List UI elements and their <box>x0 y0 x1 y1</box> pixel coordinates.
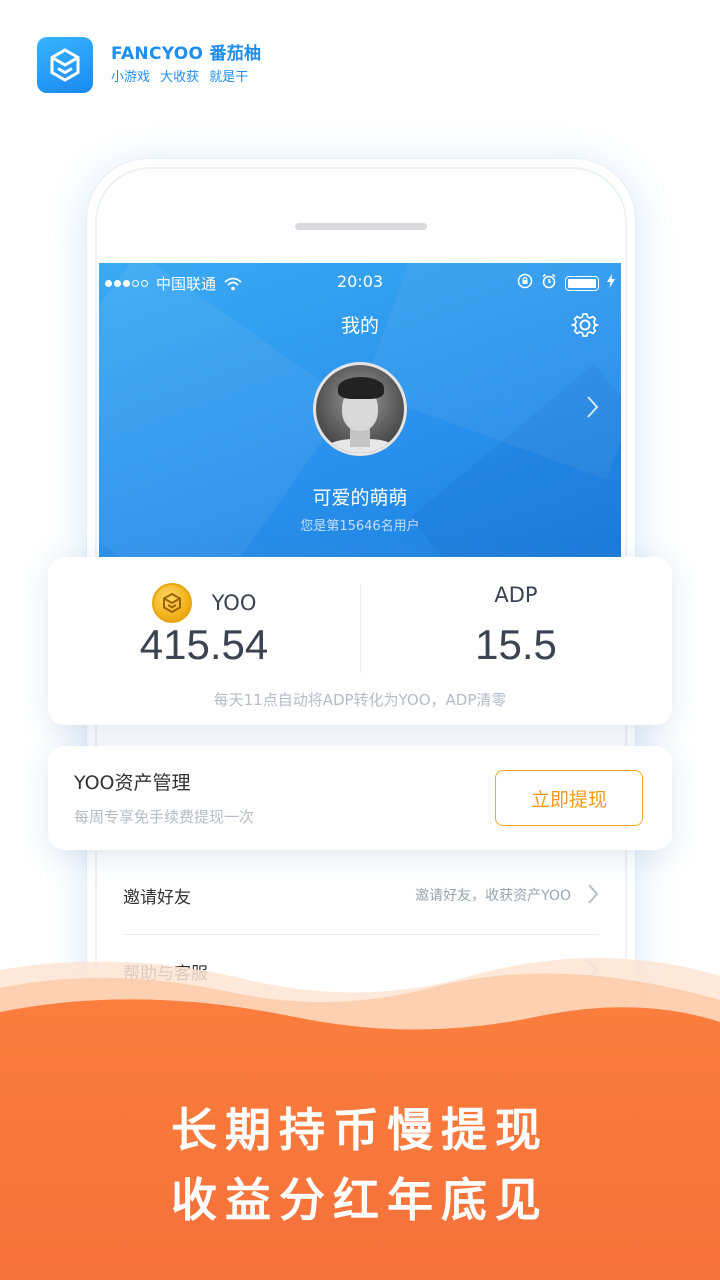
balance-card: YOO 415.54 ADP 15.5 每天11点自动将ADP转化为YOO，AD… <box>48 557 672 725</box>
chevron-right-icon[interactable] <box>585 395 599 423</box>
menu-item-label: 邀请好友 <box>123 888 191 908</box>
page-title: 我的 <box>340 315 379 337</box>
brand-slogan: 小游戏 大收获 就是干 <box>111 70 249 85</box>
status-bar: 中国联通 20:03 <box>99 271 621 293</box>
chevron-right-icon <box>587 883 599 909</box>
user-number: 您是第15646名用户 <box>300 519 420 534</box>
profile-header: 中国联通 20:03 我的 可爱的萌萌 您是第15646名用户 <box>99 263 621 563</box>
settings-gear-icon[interactable] <box>571 311 599 343</box>
balance-note: 每天11点自动将ADP转化为YOO，ADP清零 <box>213 691 507 709</box>
hexagon-cube-icon <box>37 37 93 93</box>
adp-value: 15.5 <box>475 621 557 668</box>
phone-speaker <box>295 223 427 230</box>
banner-line-1: 长期持币慢提现 <box>171 1103 549 1157</box>
username: 可爱的萌萌 <box>312 487 408 509</box>
withdraw-button[interactable]: 立即提现 <box>495 770 643 826</box>
menu-item-sub: 邀请好友，收获资产YOO <box>415 888 571 904</box>
adp-label: ADP <box>494 583 538 607</box>
charging-icon <box>607 274 615 292</box>
brand-header: FANCYOO 番茄柚 小游戏 大收获 就是干 <box>37 37 261 93</box>
yoo-label: YOO <box>211 591 257 615</box>
battery-icon <box>565 275 599 291</box>
alarm-icon <box>541 273 557 293</box>
yoo-coin-icon <box>151 583 192 623</box>
rotation-lock-icon <box>517 273 533 293</box>
asset-title: YOO资产管理 <box>74 772 191 794</box>
yoo-balance[interactable]: YOO 415.54 <box>48 557 360 687</box>
banner-line-2: 收益分红年底见 <box>171 1173 549 1227</box>
asset-subtitle: 每周专享免手续费提现一次 <box>74 808 255 826</box>
yoo-value: 415.54 <box>139 621 269 668</box>
asset-card: YOO资产管理 每周专享免手续费提现一次 立即提现 <box>48 746 672 850</box>
adp-balance[interactable]: ADP 15.5 <box>360 557 672 687</box>
avatar[interactable] <box>313 362 407 456</box>
brand-name: FANCYOO 番茄柚 <box>111 44 262 64</box>
menu-item-invite[interactable]: 邀请好友 邀请好友，收获资产YOO <box>123 859 599 935</box>
